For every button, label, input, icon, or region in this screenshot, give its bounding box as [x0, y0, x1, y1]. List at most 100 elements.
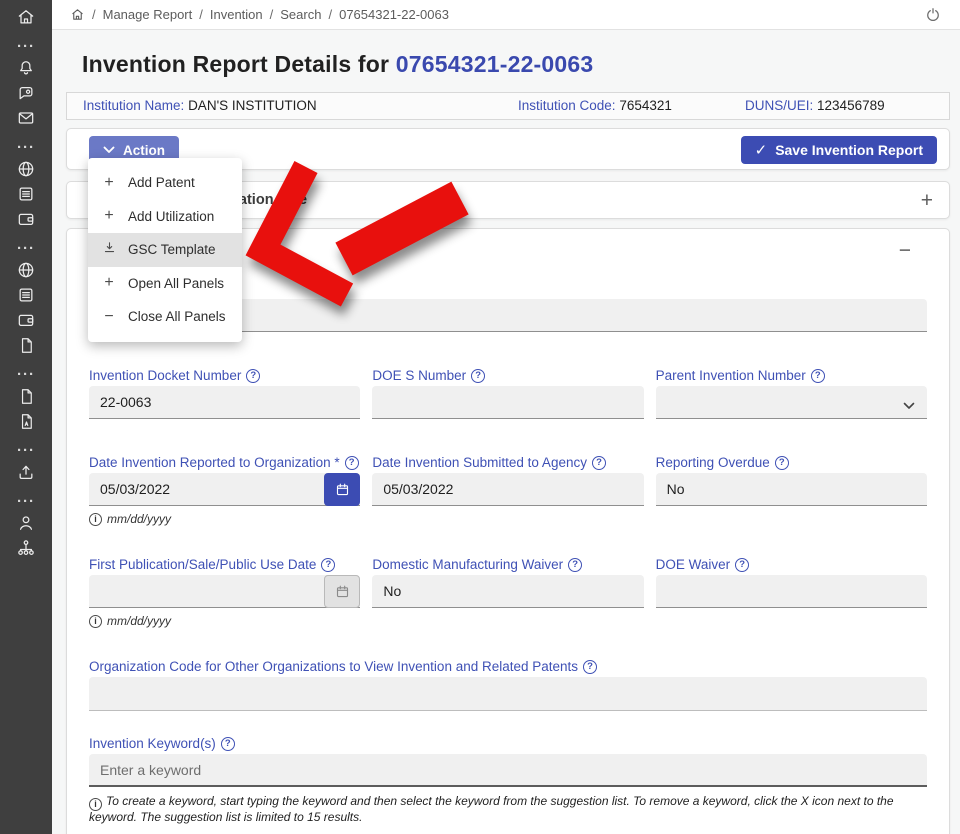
report-number: 07654321-22-0063: [396, 51, 594, 77]
globe-icon: [16, 159, 36, 184]
sidebar-item-home[interactable]: [0, 7, 52, 32]
person-icon: [16, 513, 36, 538]
breadcrumb-item-current: 07654321-22-0063: [339, 7, 449, 22]
power-button[interactable]: [924, 6, 942, 24]
breadcrumb-item-search[interactable]: Search: [280, 7, 321, 22]
breadcrumb-item-invention[interactable]: Invention: [210, 7, 263, 22]
file-icon: [17, 387, 36, 411]
help-icon[interactable]: ?: [246, 369, 260, 383]
minus-icon: −: [101, 309, 117, 325]
wallet-icon: [16, 310, 36, 335]
keyword-note: iTo create a keyword, start typing the k…: [89, 793, 927, 825]
field-label: Organization Code for Other Organization…: [89, 658, 927, 675]
invention-docket-number-input[interactable]: 22-0063: [89, 386, 360, 419]
sidebar: ··· ··· ··· ··· ··· ···: [0, 0, 52, 834]
plus-icon: +: [101, 208, 117, 224]
section-ellipsis-icon: ···: [0, 440, 52, 462]
field-label: Date Invention Submitted to Agency?: [372, 454, 643, 471]
menu-item-add-utilization[interactable]: + Add Utilization: [88, 200, 242, 234]
help-icon[interactable]: ?: [221, 737, 235, 751]
info-icon: i: [89, 615, 102, 628]
date-submitted-input[interactable]: 05/03/2022: [372, 473, 643, 506]
help-icon[interactable]: ?: [775, 456, 789, 470]
collapse-panel-icon[interactable]: −: [899, 239, 911, 263]
menu-item-label: Add Patent: [128, 175, 195, 190]
sidebar-item-organization[interactable]: [0, 538, 52, 563]
sidebar-item-chat[interactable]: [0, 83, 52, 108]
calendar-button-disabled[interactable]: [324, 575, 360, 608]
section-ellipsis-icon: ···: [0, 36, 52, 58]
first-publication-date-input[interactable]: [89, 575, 360, 608]
field-label: Reporting Overdue?: [656, 454, 927, 471]
save-button-label: Save Invention Report: [775, 142, 923, 158]
file-pdf-icon: [17, 412, 36, 436]
menu-item-close-all-panels[interactable]: − Close All Panels: [88, 300, 242, 334]
bell-icon: [16, 58, 36, 83]
plus-icon: +: [101, 275, 117, 291]
breadcrumb-item-manage-report[interactable]: Manage Report: [103, 7, 193, 22]
help-icon[interactable]: ?: [568, 558, 582, 572]
plus-icon: +: [101, 175, 117, 191]
save-invention-report-button[interactable]: ✓ Save Invention Report: [741, 136, 937, 164]
chat-icon: [16, 83, 36, 108]
action-button-label: Action: [123, 143, 165, 158]
sidebar-item-file-2[interactable]: [0, 386, 52, 411]
page-title-text: Invention Report Details for: [82, 51, 396, 77]
section-ellipsis-icon: ···: [0, 491, 52, 513]
institution-name: Institution Name: DAN'S INSTITUTION: [83, 98, 317, 113]
home-icon[interactable]: [70, 7, 85, 22]
sidebar-item-pdf[interactable]: [0, 411, 52, 436]
sidebar-item-profile[interactable]: [0, 513, 52, 538]
sidebar-item-upload[interactable]: [0, 462, 52, 487]
menu-item-gsc-template[interactable]: GSC Template: [88, 233, 242, 267]
help-icon[interactable]: ?: [345, 456, 359, 470]
top-bar: / Manage Report / Invention / Search / 0…: [52, 0, 960, 30]
document-list-icon: [16, 184, 36, 209]
menu-item-open-all-panels[interactable]: + Open All Panels: [88, 267, 242, 301]
main-content: / Manage Report / Invention / Search / 0…: [52, 0, 960, 834]
keyword-input[interactable]: Enter a keyword: [89, 754, 927, 787]
wallet-icon: [16, 209, 36, 234]
info-icon: i: [89, 798, 102, 811]
parent-invention-number-select[interactable]: [656, 386, 927, 419]
sidebar-item-mail[interactable]: [0, 108, 52, 133]
breadcrumb-separator: /: [92, 7, 96, 22]
field-label: Domestic Manufacturing Waiver?: [372, 556, 643, 573]
menu-item-add-patent[interactable]: + Add Patent: [88, 166, 242, 200]
expand-panel-icon[interactable]: +: [921, 189, 933, 213]
breadcrumb-separator: /: [199, 7, 203, 22]
section-ellipsis-icon: ···: [0, 364, 52, 386]
reporting-overdue-input[interactable]: No: [656, 473, 927, 506]
sidebar-item-wallet[interactable]: [0, 209, 52, 234]
field-label: Invention Keyword(s)?: [89, 735, 927, 752]
sidebar-item-web-2[interactable]: [0, 260, 52, 285]
organization-code-input[interactable]: [89, 677, 927, 711]
doe-waiver-input[interactable]: [656, 575, 927, 608]
sidebar-item-notifications[interactable]: [0, 58, 52, 83]
institution-code: Institution Code: 7654321: [518, 98, 672, 113]
date-reported-input[interactable]: 05/03/2022: [89, 473, 360, 506]
domestic-manufacturing-waiver-input[interactable]: No: [372, 575, 643, 608]
help-icon[interactable]: ?: [735, 558, 749, 572]
help-icon[interactable]: ?: [471, 369, 485, 383]
help-icon[interactable]: ?: [321, 558, 335, 572]
help-icon[interactable]: ?: [583, 660, 597, 674]
sidebar-item-file[interactable]: [0, 335, 52, 360]
section-ellipsis-icon: ···: [0, 137, 52, 159]
page-title: Invention Report Details for 07654321-22…: [82, 51, 960, 78]
breadcrumb: / Manage Report / Invention / Search / 0…: [70, 7, 449, 22]
field-label: First Publication/Sale/Public Use Date?: [89, 556, 360, 573]
calendar-button[interactable]: [324, 473, 360, 506]
sidebar-item-reports-2[interactable]: [0, 285, 52, 310]
sidebar-item-web[interactable]: [0, 159, 52, 184]
field-label: DOE Waiver?: [656, 556, 927, 573]
help-icon[interactable]: ?: [811, 369, 825, 383]
sidebar-item-wallet-2[interactable]: [0, 310, 52, 335]
menu-item-label: GSC Template: [128, 242, 216, 257]
field-label: Date Invention Reported to Organization …: [89, 454, 360, 471]
sidebar-item-reports[interactable]: [0, 184, 52, 209]
help-icon[interactable]: ?: [592, 456, 606, 470]
institution-bar: Institution Name: DAN'S INSTITUTION Inst…: [66, 92, 950, 120]
action-dropdown-menu: + Add Patent + Add Utilization GSC Templ…: [88, 158, 242, 342]
doe-s-number-input[interactable]: [372, 386, 643, 419]
